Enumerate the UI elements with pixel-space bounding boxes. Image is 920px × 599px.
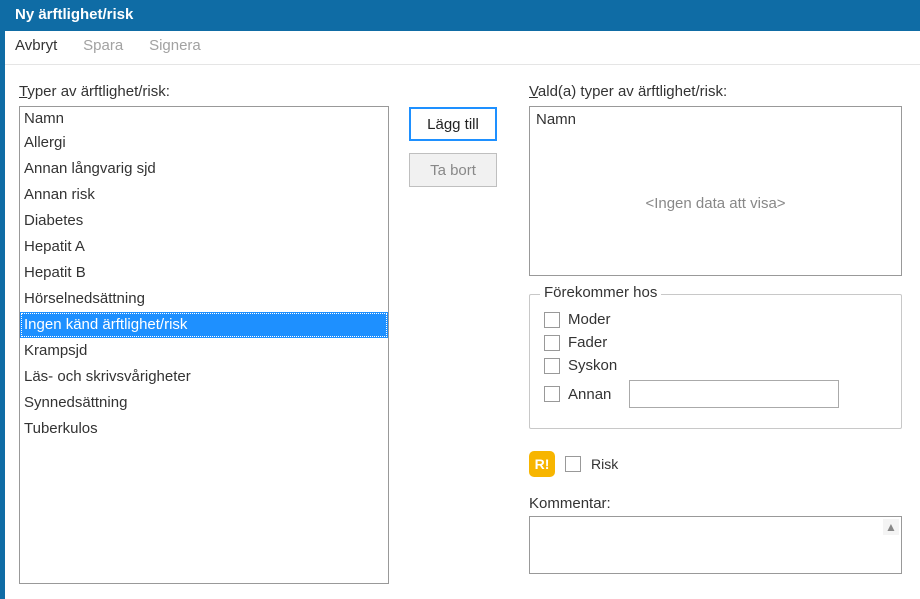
list-item[interactable]: Annan långvarig sjd — [20, 156, 388, 182]
list-item[interactable]: Hepatit A — [20, 234, 388, 260]
list-item[interactable]: Hörselnedsättning — [20, 286, 388, 312]
risk-checkbox[interactable] — [565, 456, 581, 472]
add-button[interactable]: Lägg till — [409, 107, 497, 141]
transfer-buttons: Lägg till Ta bort — [409, 83, 509, 584]
selected-list-empty: <Ingen data att visa> — [530, 132, 901, 275]
risk-badge-icon: R! — [529, 451, 555, 477]
list-item[interactable]: Ingen känd ärftlighet/risk — [20, 312, 388, 338]
comment-label: Kommentar: — [529, 495, 902, 512]
types-listbox[interactable]: Namn AllergiAnnan långvarig sjdAnnan ris… — [19, 106, 389, 584]
other-input[interactable] — [629, 380, 839, 408]
mother-checkbox[interactable] — [544, 312, 560, 328]
father-checkbox[interactable] — [544, 335, 560, 351]
selected-column: Vald(a) typer av ärftlighet/risk: Namn <… — [529, 83, 902, 584]
list-item[interactable]: Annan risk — [20, 182, 388, 208]
selected-listbox[interactable]: Namn <Ingen data att visa> — [529, 106, 902, 276]
sibling-label: Syskon — [568, 357, 617, 374]
other-label: Annan — [568, 386, 611, 403]
sibling-checkbox[interactable] — [544, 358, 560, 374]
remove-button[interactable]: Ta bort — [409, 153, 497, 187]
window-title: Ny ärftlighet/risk — [5, 0, 920, 31]
list-item[interactable]: Läs- och skrivsvårigheter — [20, 364, 388, 390]
mother-label: Moder — [568, 311, 611, 328]
menu-save[interactable]: Spara — [83, 37, 123, 54]
occurs-groupbox: Förekommer hos Moder Fader Syskon Annan — [529, 294, 902, 429]
occurs-title: Förekommer hos — [540, 284, 661, 301]
window: Ny ärftlighet/risk Avbryt Spara Signera … — [0, 0, 920, 599]
selected-list-header: Namn — [530, 107, 901, 132]
comment-textarea[interactable] — [529, 516, 902, 574]
other-checkbox[interactable] — [544, 386, 560, 402]
types-list-header: Namn — [20, 107, 388, 130]
list-item[interactable]: Hepatit B — [20, 260, 388, 286]
list-item[interactable]: Allergi — [20, 130, 388, 156]
father-label: Fader — [568, 334, 607, 351]
risk-label: Risk — [591, 456, 618, 472]
list-item[interactable]: Tuberkulos — [20, 416, 388, 442]
menubar: Avbryt Spara Signera — [5, 31, 920, 65]
selected-label: Vald(a) typer av ärftlighet/risk: — [529, 83, 902, 100]
list-item[interactable]: Synnedsättning — [20, 390, 388, 416]
content-area: Typer av ärftlighet/risk: Namn AllergiAn… — [5, 65, 920, 584]
list-item[interactable]: Krampsjd — [20, 338, 388, 364]
scroll-up-icon[interactable]: ▲ — [883, 519, 899, 535]
types-column: Typer av ärftlighet/risk: Namn AllergiAn… — [19, 83, 389, 584]
risk-row: R! Risk — [529, 451, 902, 477]
menu-sign[interactable]: Signera — [149, 37, 201, 54]
types-label: Typer av ärftlighet/risk: — [19, 83, 389, 100]
menu-cancel[interactable]: Avbryt — [15, 37, 57, 54]
list-item[interactable]: Diabetes — [20, 208, 388, 234]
